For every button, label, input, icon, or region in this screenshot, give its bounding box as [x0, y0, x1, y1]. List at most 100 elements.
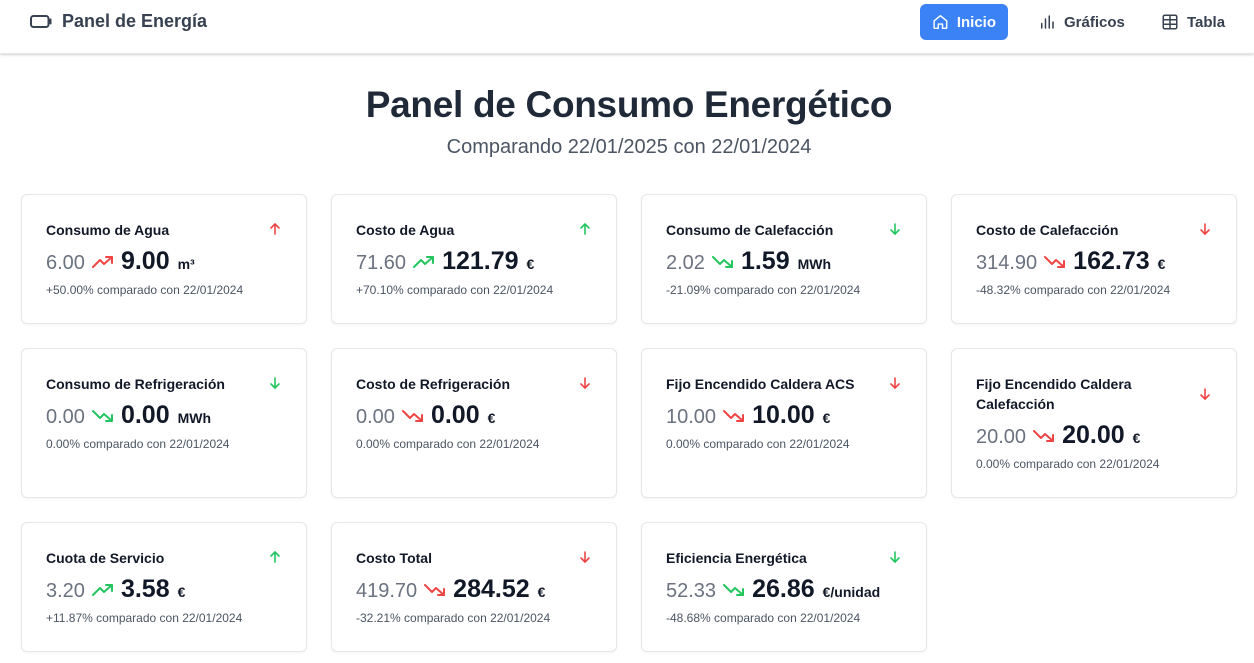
metric-title: Costo Total: [356, 550, 432, 566]
current-value: 162.73: [1073, 247, 1150, 275]
previous-value: 20.00: [976, 426, 1027, 448]
trend-icon: [723, 409, 745, 422]
metric-values: 419.70 284.52 €: [356, 575, 545, 604]
previous-value: 0.00: [46, 406, 85, 428]
previous-value: 71.60: [356, 252, 407, 274]
comparison-text: -21.09% comparado con 22/01/2024: [666, 283, 861, 297]
metric-title: Eficiencia Energética: [666, 550, 807, 566]
status-arrow-icon: [270, 377, 280, 389]
status-arrow-icon: [890, 551, 900, 563]
metric-card: Fijo Encendido Caldera ACS 10.00 10.00 €0.0…: [641, 348, 927, 498]
app-title: Panel de Energía: [62, 11, 208, 31]
nav-graficos-label: Gráficos: [1064, 13, 1125, 31]
unit-label: €/unidad: [822, 584, 881, 600]
metric-title: Cuota de Servicio: [46, 550, 165, 566]
trend-icon: [1044, 255, 1066, 268]
status-arrow-icon: [580, 551, 590, 563]
metric-card: Costo de Calefacción 314.90 162.73 € -48.32%…: [951, 194, 1237, 324]
status-arrow-icon: [1200, 388, 1210, 400]
trend-icon: [91, 255, 113, 268]
comparison-text: 0.00% comparado con 22/01/2024: [46, 437, 230, 451]
page-subtitle: Comparando 22/01/2025 con 22/01/2024: [446, 136, 812, 158]
home-icon: [933, 14, 948, 30]
trend-icon: [711, 255, 733, 268]
status-arrow-icon: [580, 377, 590, 389]
bar-chart-icon: [1041, 15, 1054, 29]
metric-values: 0.00 0.00 MWh: [46, 401, 211, 430]
comparison-text: 0.00% comparado con 22/01/2024: [666, 437, 850, 451]
metric-values: 20.00 20.00 €: [976, 421, 1140, 450]
metric-card: Costo de Agua 71.60 121.79 € +70.10% compara…: [331, 194, 617, 324]
comparison-text: -32.21% comparado con 22/01/2024: [356, 611, 551, 625]
metric-card: Fijo Encendido Caldera Calefacción 20.00 2…: [951, 348, 1237, 498]
unit-label: €: [537, 584, 546, 600]
nav-graficos-button[interactable]: Gráficos: [1026, 4, 1137, 40]
status-arrow-icon: [1200, 223, 1210, 235]
unit-label: m³: [177, 256, 195, 272]
current-value: 121.79: [442, 247, 519, 275]
metric-title: Fijo Encendido Caldera Calefacción: [976, 376, 1132, 412]
trend-icon: [424, 583, 446, 596]
previous-value: 314.90: [976, 252, 1038, 274]
comparison-text: 0.00% comparado con 22/01/2024: [976, 457, 1160, 471]
metric-values: 314.90 162.73 €: [976, 247, 1165, 276]
status-arrow-icon: [580, 223, 590, 235]
comparison-text: 0.00% comparado con 22/01/2024: [356, 437, 540, 451]
current-value: 1.59: [740, 247, 790, 275]
battery-icon: [30, 15, 52, 28]
page-title: Panel de Consumo Energético: [365, 84, 893, 125]
metric-values: 3.20 3.58 €: [46, 575, 185, 604]
status-arrow-icon: [270, 223, 280, 235]
metric-title: Fijo Encendido Caldera ACS: [666, 376, 855, 392]
unit-label: €: [526, 256, 535, 272]
trend-icon: [401, 409, 423, 422]
current-value: 9.00: [120, 247, 170, 275]
previous-value: 3.20: [46, 580, 85, 602]
metric-values: 71.60 121.79 €: [356, 247, 534, 276]
trend-icon: [1033, 429, 1055, 442]
previous-value: 52.33: [666, 580, 717, 602]
comparison-text: +50.00% comparado con 22/01/2024: [46, 283, 244, 297]
metric-values: 52.33 26.86 €/unidad: [666, 575, 880, 604]
previous-value: 0.00: [356, 406, 395, 428]
current-value: 26.86: [752, 575, 815, 603]
current-value: 10.00: [752, 401, 815, 429]
unit-label: €: [1157, 256, 1166, 272]
previous-value: 10.00: [666, 406, 717, 428]
status-arrow-icon: [270, 551, 280, 563]
trend-icon: [723, 583, 745, 596]
metric-values: 0.00 0.00 €: [356, 401, 495, 430]
current-value: 3.58: [120, 575, 170, 603]
nav-tabla-label: Tabla: [1187, 13, 1226, 31]
status-arrow-icon: [890, 223, 900, 235]
unit-label: €: [1132, 430, 1141, 446]
trend-icon: [91, 583, 113, 596]
metric-title: Consumo de Calefacción: [666, 222, 834, 238]
current-value: 20.00: [1062, 421, 1125, 449]
current-value: 0.00: [120, 401, 170, 429]
metric-card: Costo Total 419.70 284.52 € -32.21% comparad…: [331, 522, 617, 652]
metric-values: 6.00 9.00 m³: [46, 247, 195, 276]
table-icon: [1162, 14, 1178, 30]
metric-card: Consumo de Calefacción 2.02 1.59 MWh -21.09%…: [641, 194, 927, 324]
metric-card: Consumo de Refrigeración 0.00 0.00 MWh 0.00%…: [21, 348, 307, 498]
metric-card: Eficiencia Energética 52.33 26.86 €/unidad -…: [641, 522, 927, 652]
metric-card: Consumo de Agua 6.00 9.00 m³ +50.00% compara…: [21, 194, 307, 324]
top-navbar: Panel de Energía Inicio Gráficos Tabla: [0, 0, 1254, 54]
unit-label: €: [177, 584, 186, 600]
metric-values: 2.02 1.59 MWh: [666, 247, 831, 276]
current-value: 284.52: [453, 575, 530, 603]
previous-value: 419.70: [356, 580, 418, 602]
unit-label: €: [487, 410, 496, 426]
nav-tabla-button[interactable]: Tabla: [1149, 4, 1237, 40]
metric-values: 10.00 10.00 €: [666, 401, 830, 430]
unit-label: MWh: [177, 410, 212, 426]
trend-icon: [91, 409, 113, 422]
brand[interactable]: Panel de Energía: [30, 11, 207, 32]
metric-card: Costo de Refrigeración 0.00 0.00 €0.00% com…: [331, 348, 617, 498]
comparison-text: +70.10% comparado con 22/01/2024: [356, 283, 554, 297]
previous-value: 2.02: [666, 252, 705, 274]
comparison-text: -48.32% comparado con 22/01/2024: [976, 283, 1171, 297]
metric-title: Consumo de Agua: [46, 222, 170, 238]
nav-inicio-button[interactable]: Inicio: [920, 4, 1008, 40]
